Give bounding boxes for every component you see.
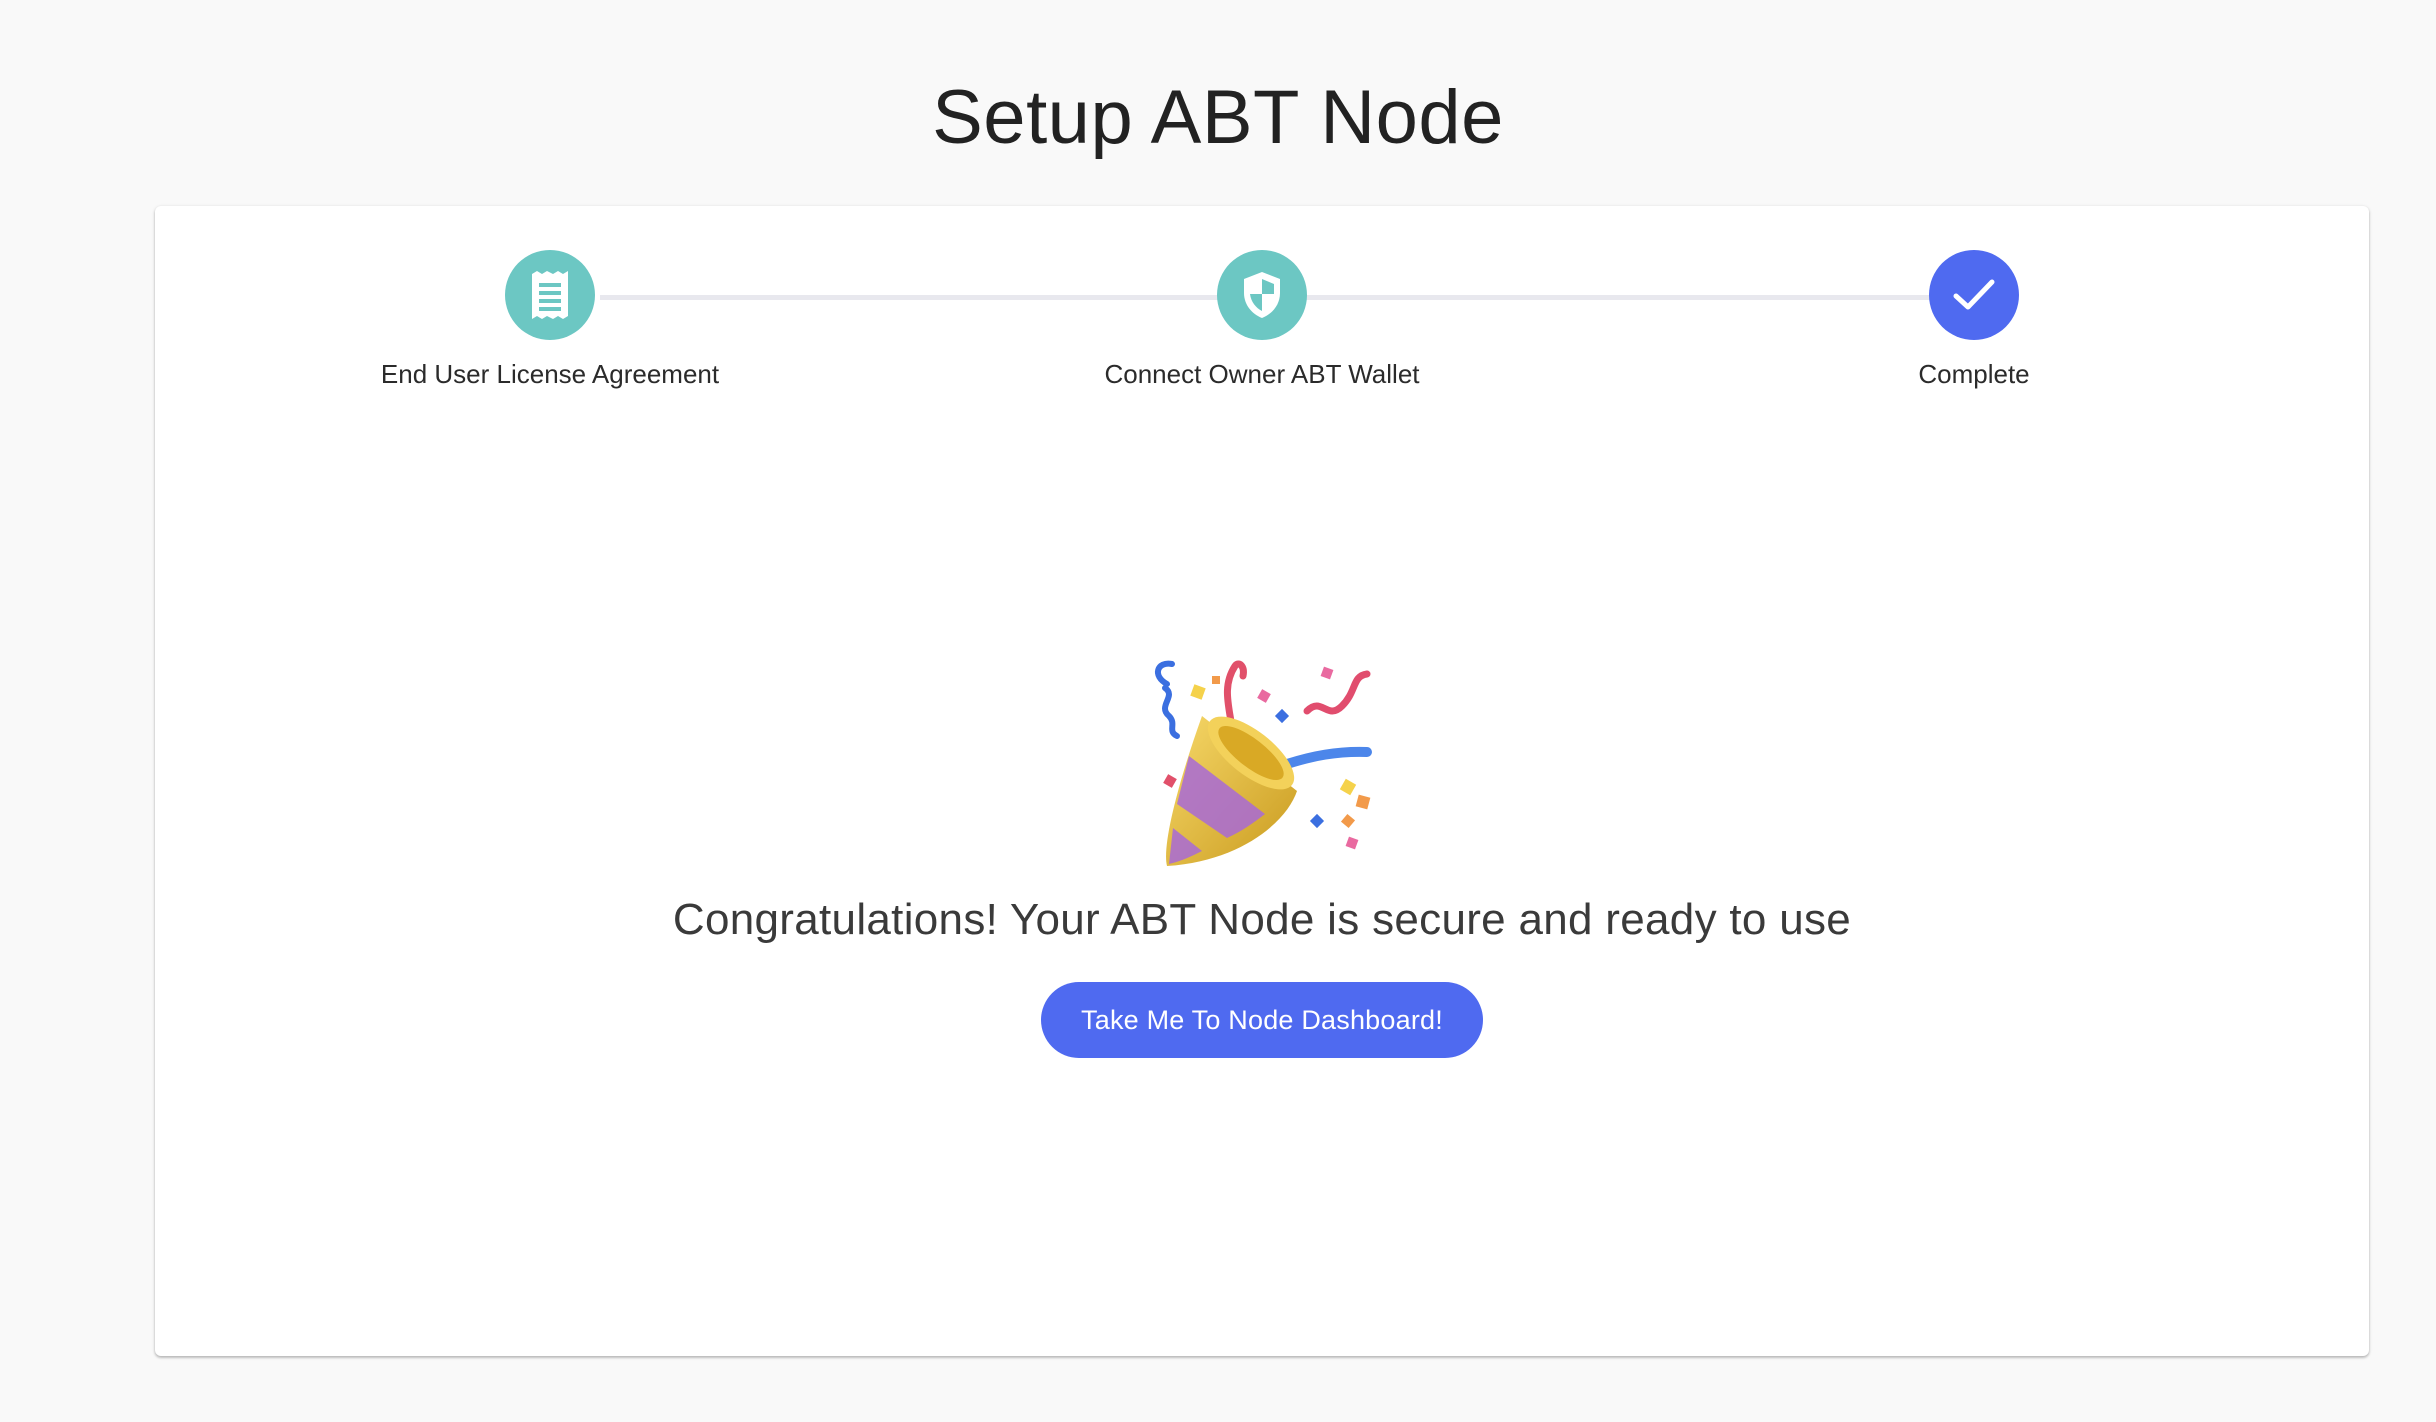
step-complete-label: Complete [1918, 359, 2030, 389]
step-complete: Complete [1724, 250, 2224, 392]
party-popper-icon [1155, 660, 1372, 866]
node-dashboard-button[interactable]: Take Me To Node Dashboard! [1041, 982, 1483, 1058]
step-eula-label: End User License Agreement [380, 359, 720, 389]
step-wallet-label: Connect Owner ABT Wallet [1104, 359, 1420, 389]
shield-icon [1241, 271, 1283, 319]
completion-message: Congratulations! Your ABT Node is secure… [672, 895, 1852, 944]
setup-card: End User License Agreement Connect Owner… [155, 206, 2369, 1356]
completion-content: Congratulations! Your ABT Node is secure… [155, 656, 2369, 1058]
step-eula-circle [505, 250, 595, 340]
document-icon [529, 271, 571, 319]
step-complete-circle [1929, 250, 2019, 340]
step-eula: End User License Agreement [300, 250, 800, 392]
stepper: End User License Agreement Connect Owner… [155, 250, 2369, 410]
step-wallet-circle [1217, 250, 1307, 340]
step-wallet: Connect Owner ABT Wallet [1012, 250, 1512, 392]
page-title: Setup ABT Node [932, 75, 1504, 160]
check-icon [1952, 277, 1996, 313]
